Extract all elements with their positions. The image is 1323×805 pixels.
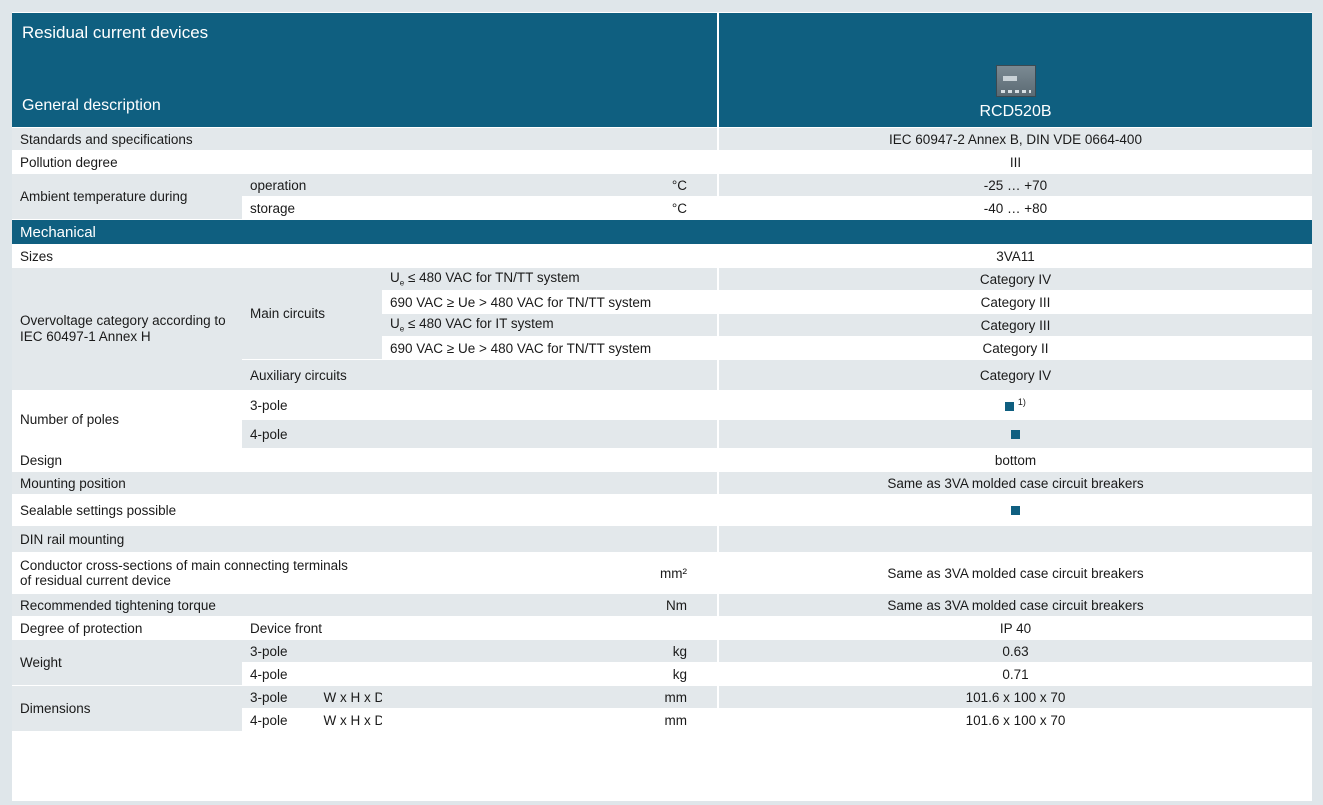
value-overvoltage-1: Category IV (717, 267, 1312, 291)
cond-overvoltage-3: Ue ≤ 480 VAC for IT system (382, 313, 718, 337)
row-dimensions-3: Dimensions 3-pole W x H x D mm 101.6 x 10… (12, 685, 1312, 731)
row-design: Design bottom (12, 448, 1312, 472)
value-torque: Same as 3VA molded case circuit breakers (717, 593, 1312, 617)
value-sealable (717, 494, 1312, 526)
unit-weight-4: kg (642, 662, 718, 686)
label-sealable: Sealable settings possible (12, 494, 718, 526)
product-name: RCD520B (979, 103, 1052, 120)
value-overvoltage-2: Category III (717, 290, 1312, 314)
value-dimensions-4: 101.6 x 100 x 70 (717, 708, 1312, 731)
unit-torque: Nm (642, 593, 718, 617)
value-conductor: Same as 3VA molded case circuit breakers (717, 552, 1312, 594)
value-storage: -40 … +80 (717, 196, 1312, 220)
label-design: Design (12, 448, 718, 472)
rcd-device-image (995, 65, 1036, 97)
section-general-description: General description (22, 97, 161, 114)
label-protection: Degree of protection (12, 616, 242, 640)
unit-weight-3: kg (642, 639, 718, 663)
header-row: Residual current devices General descrip… (12, 12, 1312, 128)
label-pollution: Pollution degree (12, 150, 718, 174)
label-main-circuits: Main circuits (242, 267, 382, 360)
row-ambient-operation: Ambient temperature during operation °C … (12, 173, 1312, 220)
header-product: RCD520B (717, 12, 1312, 128)
label-sizes: Sizes (12, 244, 718, 268)
value-operation: -25 … +70 (717, 173, 1312, 197)
row-din: DIN rail mounting (12, 525, 1312, 553)
label-weight-3: 3-pole (242, 639, 642, 663)
label-operation: operation (242, 173, 642, 197)
value-protection: IP 40 (717, 616, 1312, 640)
available-marker-icon (1011, 506, 1020, 516)
unit-dimensions-4: mm (642, 708, 718, 731)
row-torque: Recommended tightening torque Nm Same as… (12, 593, 1312, 617)
cond-overvoltage-1: Ue ≤ 480 VAC for TN/TT system (382, 267, 718, 291)
section-mechanical-row: Mechanical (12, 219, 1312, 245)
row-conductor: Conductor cross-sections of main connect… (12, 552, 1312, 594)
value-dimensions-3: 101.6 x 100 x 70 (717, 685, 1312, 709)
value-auxiliary: Category IV (717, 359, 1312, 391)
unit-dimensions-3: mm (642, 685, 718, 709)
value-sizes: 3VA11 (717, 244, 1312, 268)
value-poles-4 (717, 419, 1312, 449)
row-protection: Degree of protection Device front IP 40 (12, 616, 1312, 640)
row-mounting: Mounting position Same as 3VA molded cas… (12, 471, 1312, 495)
label-dimensions-4: 4-pole W x H x D (242, 708, 382, 731)
label-ambient: Ambient temperature during (12, 173, 242, 220)
cond-overvoltage-4: 690 VAC ≥ Ue > 480 VAC for TN/TT system (382, 336, 718, 360)
label-overvoltage: Overvoltage category according to IEC 60… (12, 267, 242, 391)
label-auxiliary: Auxiliary circuits (242, 359, 718, 391)
value-poles-3: 1) (717, 390, 1312, 420)
row-standards: Standards and specifications IEC 60947-2… (12, 127, 1312, 151)
row-weight-3: Weight 3-pole kg 0.63 (12, 639, 1312, 686)
label-poles-4: 4-pole (242, 419, 718, 449)
spec-table-frame: Residual current devices General descrip… (12, 12, 1312, 801)
unit-storage: °C (642, 196, 718, 220)
row-sealable: Sealable settings possible (12, 494, 1312, 526)
label-standards: Standards and specifications (12, 127, 718, 151)
label-conductor: Conductor cross-sections of main connect… (12, 552, 642, 594)
label-device-front: Device front (242, 616, 718, 640)
header-left: Residual current devices General descrip… (12, 12, 718, 128)
label-mounting: Mounting position (12, 471, 718, 495)
value-pollution: III (717, 150, 1312, 174)
label-weight: Weight (12, 639, 242, 686)
row-overvoltage-1: Overvoltage category according to IEC 60… (12, 267, 1312, 391)
label-dimensions: Dimensions (12, 685, 242, 731)
row-pollution: Pollution degree III (12, 150, 1312, 174)
value-mounting: Same as 3VA molded case circuit breakers (717, 471, 1312, 495)
label-weight-4: 4-pole (242, 662, 642, 686)
row-poles-3: Number of poles 3-pole 1) (12, 390, 1312, 449)
value-din (717, 525, 1312, 553)
section-mechanical: Mechanical (12, 219, 1312, 245)
unit-operation: °C (642, 173, 718, 197)
label-dimensions-3: 3-pole W x H x D (242, 685, 382, 709)
available-marker-icon (1011, 430, 1020, 440)
label-din: DIN rail mounting (12, 525, 718, 553)
available-marker-icon (1005, 402, 1015, 412)
value-standards: IEC 60947-2 Annex B, DIN VDE 0664-400 (717, 127, 1312, 151)
value-overvoltage-4: Category II (717, 336, 1312, 360)
value-weight-4: 0.71 (717, 662, 1312, 686)
row-sizes: Sizes 3VA11 (12, 244, 1312, 268)
unit-conductor: mm² (642, 552, 718, 594)
label-poles-3: 3-pole (242, 390, 718, 420)
value-weight-3: 0.63 (717, 639, 1312, 663)
value-overvoltage-3: Category III (717, 313, 1312, 337)
label-poles: Number of poles (12, 390, 242, 449)
label-storage: storage (242, 196, 642, 220)
label-torque: Recommended tightening torque (12, 593, 642, 617)
value-design: bottom (717, 448, 1312, 472)
spec-table: Residual current devices General descrip… (12, 12, 1312, 731)
cond-overvoltage-2: 690 VAC ≥ Ue > 480 VAC for TN/TT system (382, 290, 718, 314)
page-title: Residual current devices (22, 23, 209, 42)
